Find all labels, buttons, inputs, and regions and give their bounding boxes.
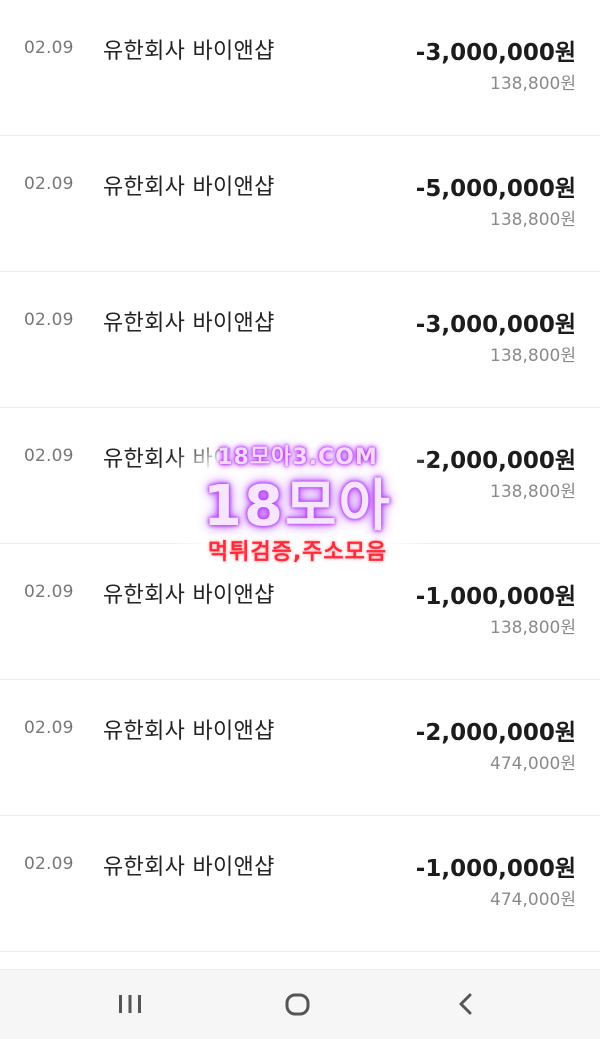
watermark-overlay: 18모아3.COM 18모아 먹튀검증,주소모음	[160, 425, 435, 585]
transaction-amount: -1,000,000원	[415, 856, 576, 882]
back-icon	[459, 993, 472, 1015]
transaction-row[interactable]: 02.09 유한회사 바이앤샵 -5,000,000원 138,800원	[0, 136, 600, 272]
transaction-row[interactable]: 02.09 유한회사 바이앤샵 -2,000,000원 474,000원	[0, 680, 600, 816]
recents-icon	[119, 995, 141, 1013]
transaction-balance: 474,000원	[490, 754, 576, 774]
transaction-amount: -2,000,000원	[415, 448, 576, 474]
transaction-date: 02.09	[24, 38, 74, 58]
transaction-merchant: 유한회사 바이앤샵	[103, 855, 275, 880]
transaction-balance: 138,800원	[490, 482, 576, 502]
transaction-row[interactable]: 02.09 유한회사 바이앤샵 -3,000,000원 138,800원	[0, 0, 600, 136]
home-icon	[285, 993, 310, 1016]
transaction-date: 02.09	[24, 174, 74, 194]
transaction-date: 02.09	[24, 718, 74, 738]
system-navigation-bar	[0, 969, 600, 1039]
recents-button[interactable]	[90, 970, 170, 1039]
transaction-amount: -3,000,000원	[415, 312, 576, 338]
transaction-date: 02.09	[24, 582, 74, 602]
transaction-row[interactable]: 02.09 유한회사 바이앤샵 -3,000,000원 138,800원	[0, 272, 600, 408]
transaction-merchant: 유한회사 바이앤샵	[103, 311, 275, 336]
transaction-row[interactable]: 02.09 유한회사 바이앤샵 -1,000,000원 474,000원	[0, 816, 600, 952]
back-button[interactable]	[426, 970, 506, 1039]
transaction-balance: 138,800원	[490, 618, 576, 638]
transaction-merchant: 유한회사 바이앤샵	[103, 175, 275, 200]
transaction-amount: -2,000,000원	[415, 720, 576, 746]
transaction-amount: -1,000,000원	[415, 584, 576, 610]
transaction-balance: 138,800원	[490, 346, 576, 366]
transaction-amount: -5,000,000원	[415, 176, 576, 202]
transaction-amount: -3,000,000원	[415, 40, 576, 66]
home-button[interactable]	[258, 970, 338, 1039]
transaction-balance: 474,000원	[490, 890, 576, 910]
transaction-date: 02.09	[24, 854, 74, 874]
watermark-title: 18모아	[203, 474, 392, 539]
transaction-date: 02.09	[24, 310, 74, 330]
transaction-merchant: 유한회사 바이앤샵	[103, 39, 275, 64]
transaction-merchant: 유한회사 바이앤샵	[103, 719, 275, 744]
watermark-subtitle: 먹튀검증,주소모음	[207, 540, 388, 565]
transaction-balance: 138,800원	[490, 74, 576, 94]
transaction-date: 02.09	[24, 446, 74, 466]
transaction-balance: 138,800원	[490, 210, 576, 230]
